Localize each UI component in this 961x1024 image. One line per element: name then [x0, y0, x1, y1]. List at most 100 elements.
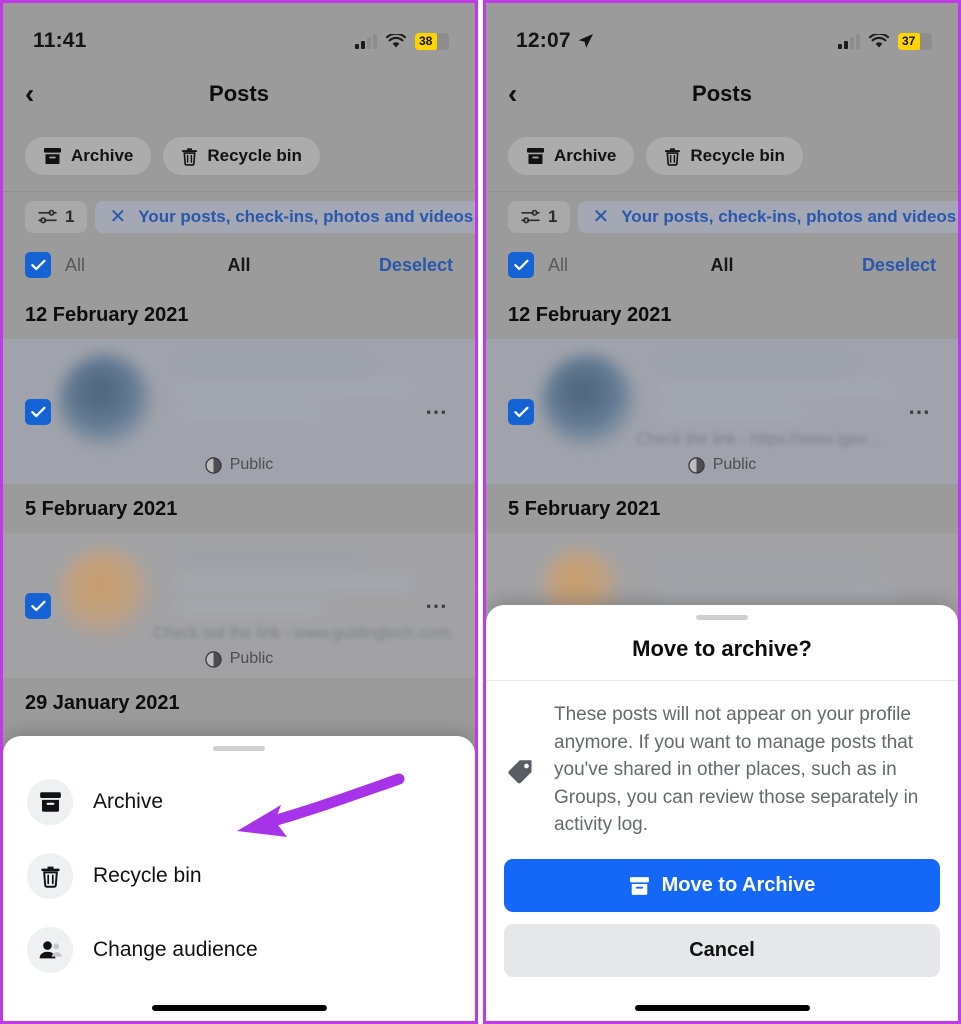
battery-icon: 38 — [415, 32, 449, 50]
filter-row-left: 1 ✕ Your posts, check-ins, photos and vi… — [3, 192, 475, 242]
cancel-button[interactable]: Cancel — [504, 924, 940, 977]
post-privacy-label: Public — [229, 650, 274, 667]
dialog-description: These posts will not appear on your prof… — [554, 704, 919, 836]
post-privacy-label: Public — [229, 456, 274, 473]
dialog-title: Move to archive? — [486, 620, 958, 682]
active-filter-pill-right[interactable]: ✕ Your posts, check-ins, photos and vide… — [578, 201, 958, 233]
sheet-item-change-audience-label: Change audience — [93, 938, 258, 961]
sheet-item-recycle-bin[interactable]: Recycle bin — [3, 839, 475, 913]
post-avatar — [542, 355, 634, 447]
filter-count-label: 1 — [65, 207, 75, 226]
filter-button-left[interactable]: 1 — [25, 201, 88, 233]
post-more-menu-icon[interactable]: ⋯ — [908, 400, 932, 423]
dialog-body: These posts will not appear on your prof… — [486, 681, 958, 853]
chip-recycle-bin-right[interactable]: Recycle bin — [646, 137, 803, 175]
post-row[interactable]: ⋯ Public — [3, 339, 475, 484]
status-indicators-left: 38 — [355, 32, 449, 50]
close-x-icon[interactable]: ✕ — [109, 207, 126, 227]
sheet-item-archive[interactable]: Archive — [3, 765, 475, 839]
status-time-label: 11:41 — [33, 29, 87, 52]
chip-archive-left[interactable]: Archive — [25, 137, 152, 175]
chip-recycle-bin-left[interactable]: Recycle bin — [163, 137, 320, 175]
page-title-right: Posts — [692, 81, 752, 106]
battery-level-label: 37 — [902, 34, 916, 48]
post-checkbox[interactable] — [25, 398, 51, 425]
date-header: 12 February 2021 — [508, 304, 672, 326]
globe-icon — [687, 456, 705, 474]
post-privacy-label: Public — [712, 456, 757, 473]
trash-icon — [665, 147, 681, 166]
back-chevron-icon[interactable]: ‹ — [25, 80, 59, 108]
back-chevron-icon[interactable]: ‹ — [508, 80, 542, 108]
post-privacy: Public — [3, 650, 475, 668]
date-header: 5 February 2021 — [508, 498, 661, 520]
status-time-label: 12:07 — [516, 29, 571, 52]
select-all-label-left: All — [65, 254, 86, 275]
post-preview-blurred — [25, 543, 453, 661]
move-to-archive-button[interactable]: Move to Archive — [504, 859, 940, 912]
archive-icon — [629, 876, 649, 895]
nav-bar-right: ‹ Posts — [486, 65, 958, 123]
archive-icon — [27, 779, 73, 825]
action-sheet-left: Archive Recycle bin Change audience — [3, 736, 475, 1021]
status-time-right: 12:07 — [516, 29, 594, 53]
battery-level-label: 38 — [419, 34, 433, 48]
trash-icon — [182, 147, 198, 166]
post-caption: Check out the link - www.guidingtech.com… — [153, 625, 453, 642]
post-avatar — [59, 549, 151, 641]
chip-archive-label: Archive — [71, 146, 134, 165]
post-row[interactable]: Check the link - https://www.igee... ⋯ P… — [486, 339, 958, 484]
audience-icon — [27, 927, 73, 973]
select-all-row-right: All All Deselect — [486, 242, 958, 290]
battery-icon: 37 — [898, 32, 932, 50]
sliders-icon — [521, 209, 540, 224]
shortcut-chips-left: Archive Recycle bin — [3, 123, 475, 192]
post-more-menu-icon[interactable]: ⋯ — [425, 400, 449, 423]
date-header: 5 February 2021 — [25, 498, 178, 520]
sliders-icon — [38, 209, 57, 224]
phone-panel-left: 11:41 38 ‹ Posts Archive Recycle bin 1 ✕… — [0, 0, 478, 1024]
active-filter-pill-left[interactable]: ✕ Your posts, check-ins, photos and vide… — [95, 201, 475, 233]
screenshot-stage: 11:41 38 ‹ Posts Archive Recycle bin 1 ✕… — [0, 0, 961, 1024]
dialog-actions: Move to Archive Cancel — [486, 853, 958, 987]
select-all-checkbox-right[interactable] — [508, 252, 534, 278]
chip-recycle-bin-label: Recycle bin — [690, 146, 785, 165]
deselect-button-left[interactable]: Deselect — [379, 255, 453, 276]
archive-icon — [526, 147, 545, 165]
shortcut-chips-right: Archive Recycle bin — [486, 123, 958, 192]
post-checkbox[interactable] — [25, 592, 51, 619]
select-all-checkbox-left[interactable] — [25, 252, 51, 278]
cellular-bars-icon — [355, 33, 377, 49]
post-checkbox[interactable] — [508, 398, 534, 425]
sheet-item-change-audience[interactable]: Change audience — [3, 913, 475, 987]
sheet-item-archive-label: Archive — [93, 790, 164, 813]
confirm-dialog-right: Move to archive? These posts will not ap… — [486, 605, 958, 1021]
post-preview-blurred — [508, 349, 936, 467]
post-more-menu-icon[interactable]: ⋯ — [425, 594, 449, 617]
home-indicator — [151, 1005, 327, 1011]
wifi-icon — [386, 33, 406, 47]
move-to-archive-label: Move to Archive — [661, 874, 816, 896]
close-x-icon[interactable]: ✕ — [592, 207, 609, 227]
status-indicators-right: 37 — [838, 32, 932, 50]
post-preview-blurred — [25, 349, 453, 467]
filter-button-right[interactable]: 1 — [508, 201, 571, 233]
tag-icon — [508, 760, 532, 784]
post-avatar — [59, 355, 151, 447]
nav-bar-left: ‹ Posts — [3, 65, 475, 123]
chip-recycle-bin-label: Recycle bin — [207, 146, 302, 165]
status-bar-right: 12:07 37 — [486, 3, 958, 65]
post-row[interactable]: Check out the link - www.guidingtech.com… — [3, 533, 475, 678]
active-filter-label: Your posts, check-ins, photos and videos — [621, 207, 957, 226]
deselect-button-right[interactable]: Deselect — [862, 255, 936, 276]
filter-row-right: 1 ✕ Your posts, check-ins, photos and vi… — [486, 192, 958, 242]
archive-icon — [43, 147, 62, 165]
cellular-bars-icon — [838, 33, 860, 49]
page-title-left: Posts — [209, 81, 269, 106]
chip-archive-right[interactable]: Archive — [508, 137, 635, 175]
home-indicator — [634, 1005, 810, 1011]
status-time-left: 11:41 — [33, 29, 87, 53]
chip-archive-label: Archive — [554, 146, 617, 165]
post-caption: Check the link - https://www.igee... — [636, 431, 881, 448]
globe-icon — [204, 456, 222, 474]
